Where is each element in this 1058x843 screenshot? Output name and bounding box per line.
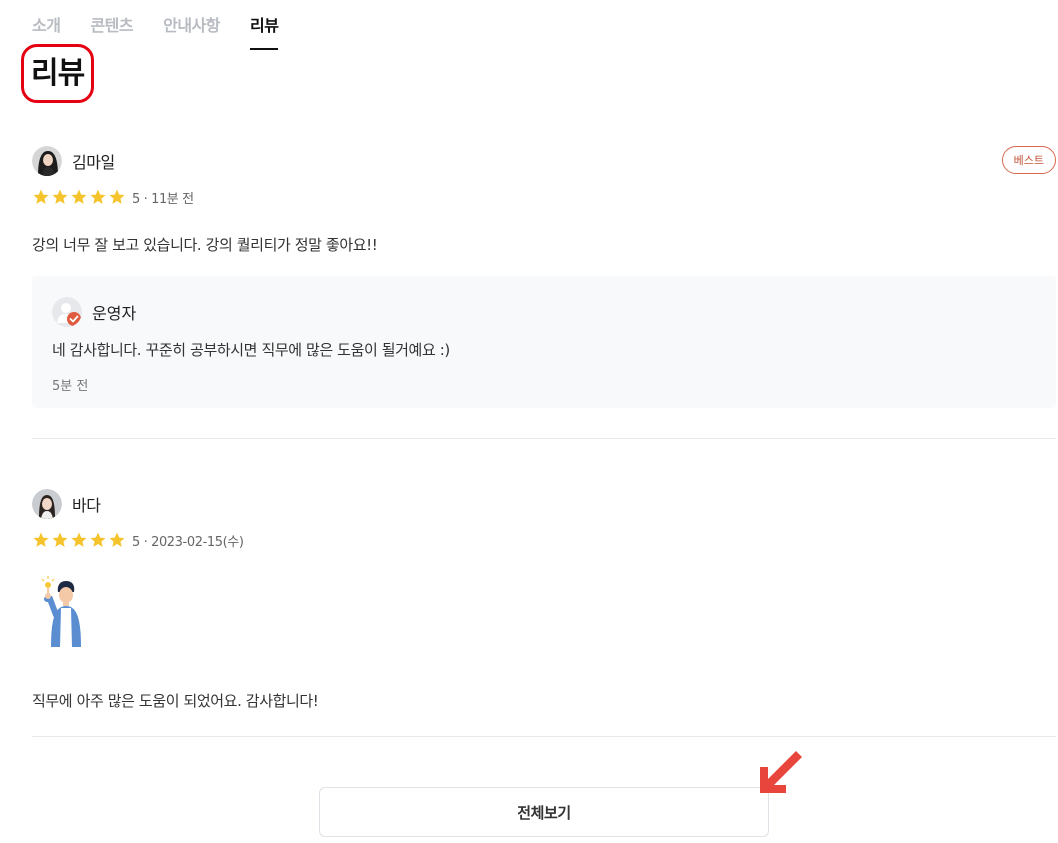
tab-reviews[interactable]: 리뷰 xyxy=(250,12,279,50)
user-avatar xyxy=(32,146,62,176)
star-icon xyxy=(52,189,68,204)
review-item: 바다 5 · 2023-02-15(수) 직무에 아주 많은 도움이 되었어요.… xyxy=(32,489,1056,710)
divider xyxy=(32,736,1056,737)
star-icon xyxy=(33,189,49,204)
star-icon xyxy=(33,532,49,547)
arrow-down-left-icon xyxy=(760,751,802,793)
reply-author: 운영자 xyxy=(92,304,137,323)
admin-avatar xyxy=(52,297,82,327)
review-author: 바다 xyxy=(72,496,101,515)
star-icon xyxy=(90,189,106,204)
star-icon xyxy=(71,532,87,547)
star-icon xyxy=(71,189,87,204)
highlight-circle xyxy=(21,44,94,103)
reply-text: 네 감사합니다. 꾸준히 공부하시면 직무에 많은 도움이 될거예요 :) xyxy=(52,341,450,359)
review-text: 강의 너무 잘 보고 있습니다. 강의 퀄리티가 정말 좋아요!! xyxy=(32,236,378,254)
best-badge: 베스트 xyxy=(1001,146,1056,174)
star-icon xyxy=(109,189,125,204)
user-avatar xyxy=(32,489,62,519)
tab-notice[interactable]: 안내사항 xyxy=(163,12,220,50)
star-icon xyxy=(52,532,68,547)
admin-reply: 운영자 네 감사합니다. 꾸준히 공부하시면 직무에 많은 도움이 될거예요 :… xyxy=(32,276,1056,408)
review-item: 김마일 베스트 5 · 11분 전 강의 너무 잘 보고 있습니다. 강의 퀄리… xyxy=(32,146,1056,408)
divider xyxy=(32,438,1056,439)
reply-time: 5분 전 xyxy=(52,379,89,394)
review-text: 직무에 아주 많은 도움이 되었어요. 감사합니다! xyxy=(32,692,319,710)
review-meta: 5 · 2023-02-15(수) xyxy=(132,534,244,550)
star-rating xyxy=(32,531,126,549)
star-rating xyxy=(32,188,126,206)
man-pointing-up-icon[interactable] xyxy=(40,575,96,647)
review-author: 김마일 xyxy=(72,153,115,172)
view-all-button[interactable]: 전체보기 xyxy=(319,787,769,837)
star-icon xyxy=(90,532,106,547)
star-icon xyxy=(109,532,125,547)
review-meta: 5 · 11분 전 xyxy=(132,191,194,207)
tab-contents[interactable]: 콘텐츠 xyxy=(90,12,133,50)
